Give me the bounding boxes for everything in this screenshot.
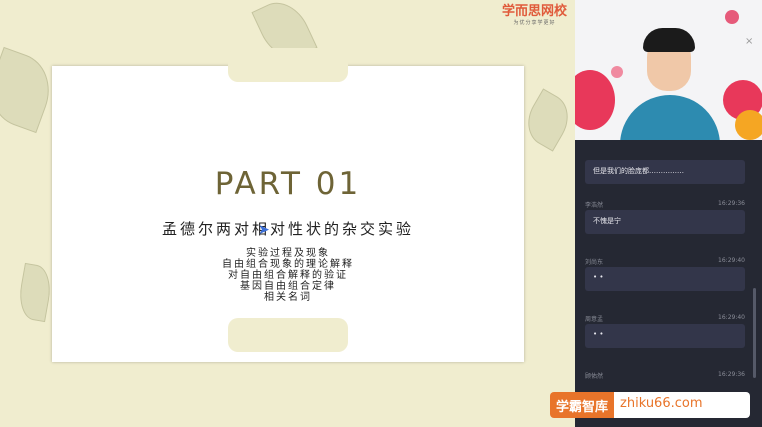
chat-message: 周意孟 16:29:40 • • [585,314,745,348]
chat-time: 16:29:40 [718,314,745,321]
leaf-decoration [518,88,575,152]
chat-time: 16:29:36 [718,371,745,378]
decor-circle [735,110,762,140]
chat-bubble: • • [585,324,745,348]
slide-area: 学而思网校 为优分享学更好 PART 01 孟德尔两对相对性状的杂交实验 ➤ 实… [0,0,575,427]
chat-message: 顾佑然 16:29:36 [585,371,745,381]
chat-username: 顾佑然 [585,373,604,380]
logo-text: 学而思网校 [502,4,568,19]
topic-item: 基因自由组合定律 [240,281,336,292]
chat-message: 李浩然 16:29:36 不愧是宁 [585,200,745,234]
slide-subtitle: 孟德尔两对相对性状的杂交实验 [161,220,414,238]
chat-bubble: 但是我们的脸庞都…………… [585,160,745,184]
chat-time: 16:29:36 [718,200,745,207]
chat-bubble: • • [585,267,745,291]
chat-panel: 但是我们的脸庞都…………… 李浩然 16:29:36 不愧是宁 刘尚东 16:2… [575,140,762,427]
side-panel: × 但是我们的脸庞都…………… 李浩然 16:29:36 不愧是宁 刘尚东 16… [575,0,762,427]
slide-title: PART 01 [214,166,362,202]
leaf-decoration [15,262,55,323]
slide-card: PART 01 孟德尔两对相对性状的杂交实验 ➤ 实验过程及现象 自由组合现象的… [52,48,524,362]
topic-item: 实验过程及现象 [246,248,330,259]
topic-item: 自由组合现象的理论解释 [222,259,354,270]
chat-meta: 顾佑然 16:29:36 [585,371,745,381]
close-icon[interactable]: × [745,36,753,47]
decor-circle [725,10,739,24]
card-bottom-tab [228,318,348,352]
topic-item: 对自由组合解释的验证 [228,270,348,281]
brand-logo: 学而思网校 为优分享学更好 [502,0,567,26]
decor-circle [611,66,623,78]
teacher-hair [643,28,695,52]
pointer-cursor-icon: ➤ [258,222,270,238]
chat-username: 周意孟 [585,316,604,323]
logo-tagline: 为优分享学更好 [513,20,556,26]
watermark: 学霸智库 zhiku66.com [550,392,750,418]
card-top-tab [228,48,348,82]
teacher-body [620,95,720,140]
chat-username: 刘尚东 [585,259,604,266]
chat-time: 16:29:40 [718,257,745,264]
chat-meta: 刘尚东 16:29:40 [585,257,745,267]
decor-circle [575,70,615,130]
topic-list: 实验过程及现象 自由组合现象的理论解释 对自由组合解释的验证 基因自由组合定律 … [52,248,524,303]
chat-meta: 李浩然 16:29:36 [585,200,745,210]
chat-username: 李浩然 [585,202,604,209]
topic-item: 相关名词 [264,292,312,303]
chat-message: 刘尚东 16:29:40 • • [585,257,745,291]
watermark-url: zhiku66.com [614,392,750,418]
watermark-brand: 学霸智库 [550,392,615,418]
chat-meta: 周意孟 16:29:40 [585,314,745,324]
chat-bubble: 不愧是宁 [585,210,745,234]
teacher-video[interactable]: × [575,0,762,140]
chat-message: 但是我们的脸庞都…………… [585,160,745,184]
chat-scrollbar[interactable] [753,288,756,378]
